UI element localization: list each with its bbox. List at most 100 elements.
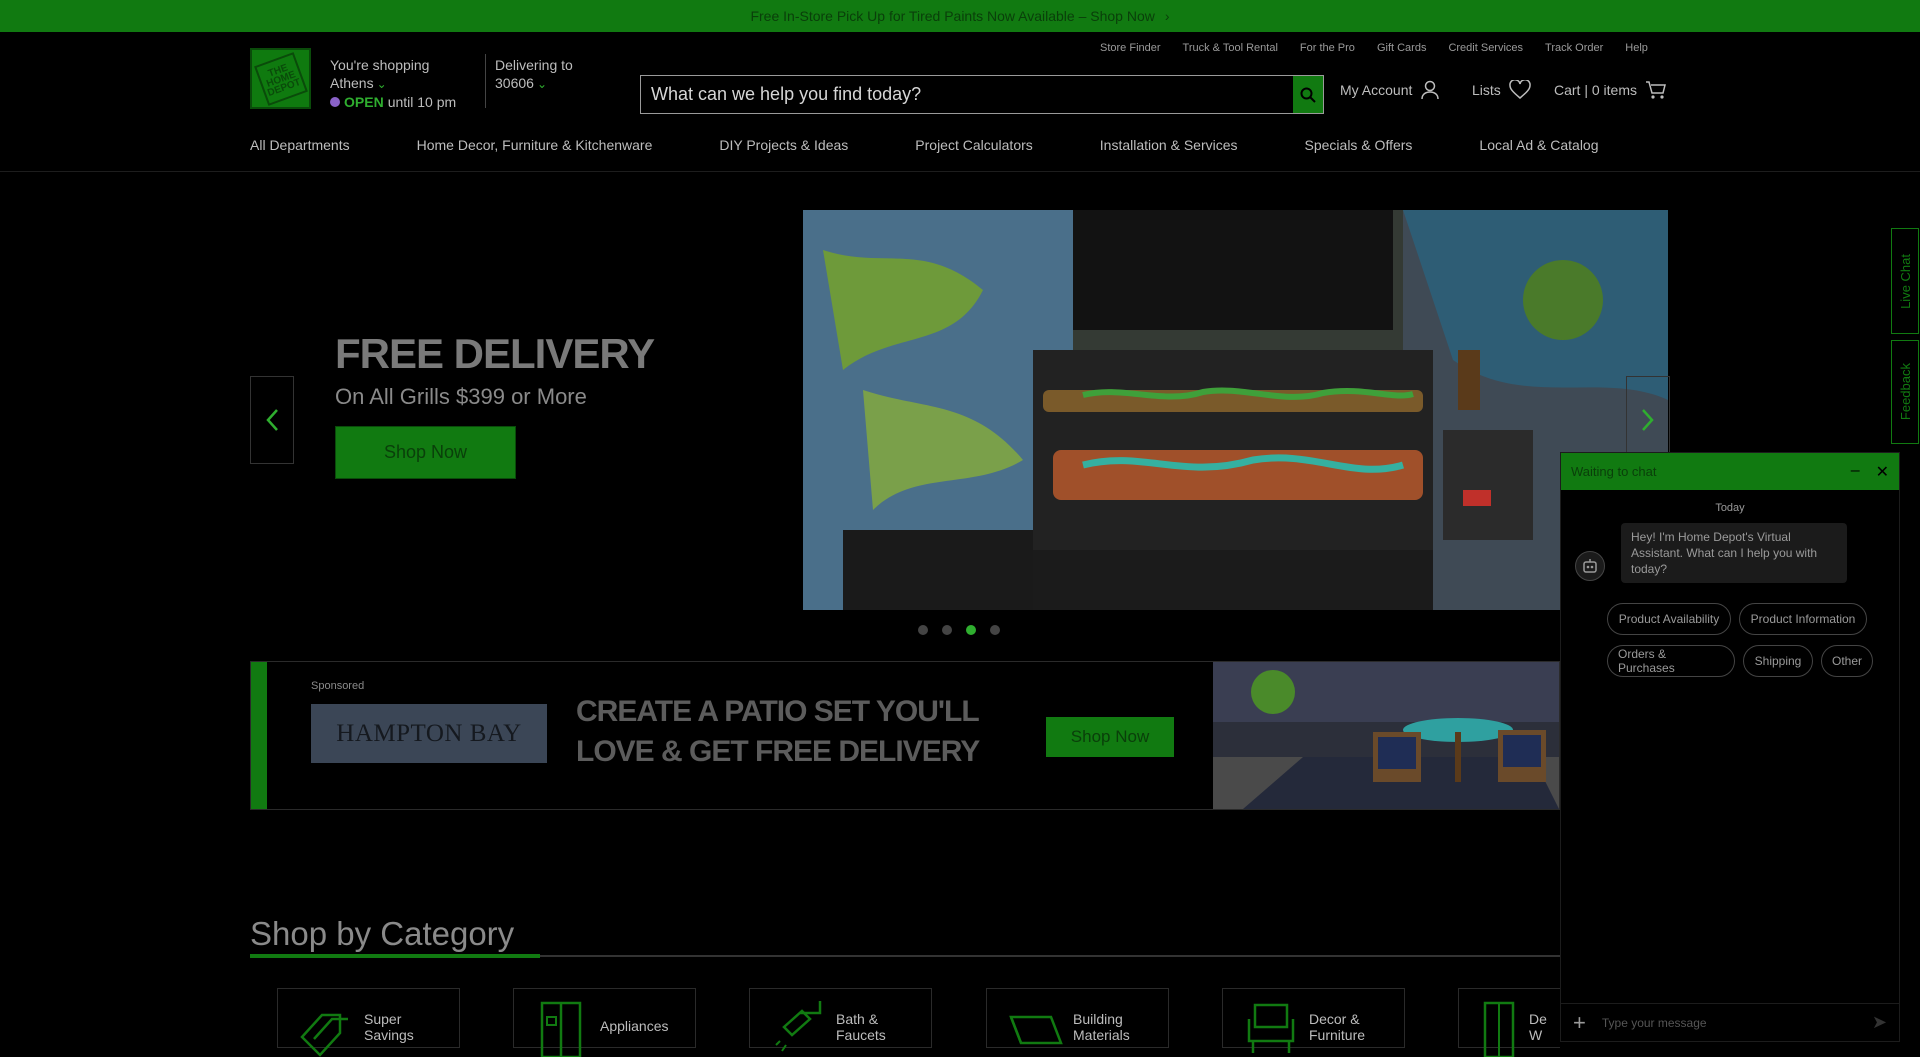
util-link-credit-services[interactable]: Credit Services bbox=[1448, 42, 1523, 54]
home-depot-logo[interactable]: THE HOME DEPOT bbox=[250, 48, 311, 109]
util-link-store-finder[interactable]: Store Finder bbox=[1100, 42, 1161, 54]
promo-bar[interactable]: Free In-Store Pick Up for Tired Paints N… bbox=[0, 0, 1920, 32]
banner-shop-now-button[interactable]: Shop Now bbox=[1046, 717, 1174, 757]
chip-orders-purchases[interactable]: Orders & Purchases bbox=[1607, 645, 1735, 677]
carousel-dot-4[interactable] bbox=[990, 625, 1000, 635]
heart-icon bbox=[1509, 80, 1531, 99]
store-label: You're shopping bbox=[330, 57, 430, 73]
sponsored-banner[interactable]: Sponsored HAMPTON BAY CREATE A PATIO SET… bbox=[250, 661, 1560, 810]
armchair-icon bbox=[1247, 1003, 1295, 1053]
store-selector[interactable]: You're shopping Athens ⌄ OPEN until 10 pm bbox=[330, 56, 456, 111]
cart-button[interactable]: Cart | 0 items bbox=[1554, 80, 1667, 100]
category-bath-faucets[interactable]: Bath & Faucets bbox=[749, 988, 932, 1052]
cart-icon bbox=[1646, 81, 1666, 99]
feedback-tab-label: Feedback bbox=[1897, 363, 1913, 421]
hero-shop-now-button[interactable]: Shop Now bbox=[335, 426, 516, 479]
chat-input-area: + ➤ bbox=[1561, 1003, 1899, 1041]
carousel-dot-3[interactable] bbox=[966, 625, 976, 635]
hero-title: FREE DELIVERY bbox=[335, 330, 655, 377]
search-bar bbox=[640, 75, 1324, 114]
robot-icon bbox=[1583, 559, 1597, 573]
nav-local-ad[interactable]: Local Ad & Catalog bbox=[1479, 137, 1598, 153]
send-icon[interactable]: ➤ bbox=[1872, 1012, 1887, 1033]
chip-product-availability[interactable]: Product Availability bbox=[1607, 603, 1731, 635]
search-input[interactable] bbox=[641, 76, 1293, 113]
lumber-icon bbox=[1009, 1015, 1063, 1045]
my-account-label: My Account bbox=[1340, 82, 1413, 98]
promo-link[interactable]: Free In-Store Pick Up for Tired Paints N… bbox=[750, 8, 1154, 24]
shower-icon bbox=[775, 1001, 822, 1052]
delivery-label: Delivering to bbox=[495, 57, 573, 73]
store-city: Athens bbox=[330, 75, 374, 91]
hero-image[interactable] bbox=[803, 210, 1668, 610]
hero-subtitle: On All Grills $399 or More bbox=[335, 384, 587, 409]
carousel-dot-1[interactable] bbox=[918, 625, 928, 635]
patio-image bbox=[1213, 662, 1559, 809]
nav-project-calculators[interactable]: Project Calculators bbox=[915, 137, 1033, 153]
hero-next-button[interactable] bbox=[1626, 376, 1670, 464]
hero-prev-button[interactable] bbox=[250, 376, 294, 464]
live-chat-tab-label: Live Chat bbox=[1897, 253, 1913, 309]
category-decor-furniture[interactable]: Decor & Furniture bbox=[1222, 988, 1405, 1053]
banner-headline-line1: CREATE A PATIO SET YOU'LL bbox=[576, 695, 980, 728]
door-icon bbox=[1483, 1001, 1515, 1057]
my-account-button[interactable]: My Account bbox=[1340, 80, 1440, 100]
minimize-icon[interactable]: – bbox=[1851, 462, 1860, 482]
live-chat-tab[interactable]: Live Chat bbox=[1891, 228, 1919, 334]
search-icon bbox=[1300, 87, 1316, 103]
chat-day-label: Today bbox=[1715, 502, 1745, 514]
util-link-truck-tool-rental[interactable]: Truck & Tool Rental bbox=[1183, 42, 1278, 54]
utility-links: Store Finder Truck & Tool Rental For the… bbox=[1100, 42, 1648, 54]
nav-all-departments[interactable]: All Departments bbox=[250, 137, 350, 153]
chevron-down-icon: ⌄ bbox=[536, 77, 547, 91]
category-building-materials[interactable]: Building Materials bbox=[986, 988, 1169, 1048]
chat-message-input[interactable] bbox=[1599, 1014, 1858, 1031]
chat-header: Waiting to chat – ✕ bbox=[1561, 453, 1899, 490]
delivery-zip: 30606 bbox=[495, 75, 534, 91]
chevron-down-icon: ⌄ bbox=[376, 77, 387, 91]
category-doors-windows[interactable]: De W bbox=[1458, 988, 1560, 1057]
cart-label: Cart | 0 items bbox=[1554, 82, 1637, 98]
delivery-selector[interactable]: Delivering to 30606 ⌄ bbox=[495, 56, 573, 93]
chip-other[interactable]: Other bbox=[1821, 645, 1873, 677]
banner-headline-line2: LOVE & GET FREE DELIVERY bbox=[576, 735, 980, 768]
nav-installation-services[interactable]: Installation & Services bbox=[1100, 137, 1238, 153]
banner-stripe bbox=[251, 662, 267, 809]
nav-home-decor[interactable]: Home Decor, Furniture & Kitchenware bbox=[417, 137, 653, 153]
tag-icon bbox=[300, 1013, 348, 1057]
assistant-message: Hey! I'm Home Depot's Virtual Assistant.… bbox=[1621, 523, 1847, 583]
status-dot-icon bbox=[330, 97, 340, 107]
banner-headline: CREATE A PATIO SET YOU'LL LOVE & GET FRE… bbox=[576, 692, 980, 772]
grill-photo bbox=[803, 210, 1668, 610]
util-link-gift-cards[interactable]: Gift Cards bbox=[1377, 42, 1427, 54]
hampton-bay-logo: HAMPTON BAY bbox=[311, 704, 547, 763]
util-link-for-the-pro[interactable]: For the Pro bbox=[1300, 42, 1355, 54]
util-link-track-order[interactable]: Track Order bbox=[1545, 42, 1603, 54]
store-hours: until 10 pm bbox=[387, 94, 457, 110]
site-header: THE HOME DEPOT You're shopping Athens ⌄ O… bbox=[0, 32, 1920, 172]
store-open-status: OPEN bbox=[344, 94, 384, 110]
chip-product-information[interactable]: Product Information bbox=[1739, 603, 1867, 635]
chevron-right-icon: › bbox=[1164, 8, 1170, 24]
chat-widget: Waiting to chat – ✕ Today Hey! I'm Home … bbox=[1560, 452, 1900, 1042]
sponsored-label: Sponsored bbox=[311, 680, 365, 692]
carousel-dot-2[interactable] bbox=[942, 625, 952, 635]
search-button[interactable] bbox=[1293, 76, 1323, 113]
chevron-left-icon bbox=[266, 409, 278, 431]
util-link-help[interactable]: Help bbox=[1625, 42, 1648, 54]
carousel-dots bbox=[918, 625, 1000, 635]
feedback-tab[interactable]: Feedback bbox=[1891, 340, 1919, 444]
user-icon bbox=[1421, 80, 1440, 100]
header-divider bbox=[485, 54, 486, 108]
chip-shipping[interactable]: Shipping bbox=[1743, 645, 1813, 677]
assistant-avatar bbox=[1575, 551, 1605, 581]
category-appliances[interactable]: Appliances bbox=[513, 988, 696, 1057]
category-super-savings[interactable]: Super Savings bbox=[277, 988, 460, 1057]
lists-label: Lists bbox=[1472, 82, 1501, 98]
chevron-right-icon bbox=[1642, 409, 1654, 431]
lists-button[interactable]: Lists bbox=[1472, 80, 1531, 100]
logo-text: THE HOME DEPOT bbox=[264, 61, 302, 99]
nav-specials-offers[interactable]: Specials & Offers bbox=[1305, 137, 1413, 153]
close-icon[interactable]: ✕ bbox=[1876, 462, 1889, 482]
nav-diy-projects[interactable]: DIY Projects & Ideas bbox=[719, 137, 848, 153]
